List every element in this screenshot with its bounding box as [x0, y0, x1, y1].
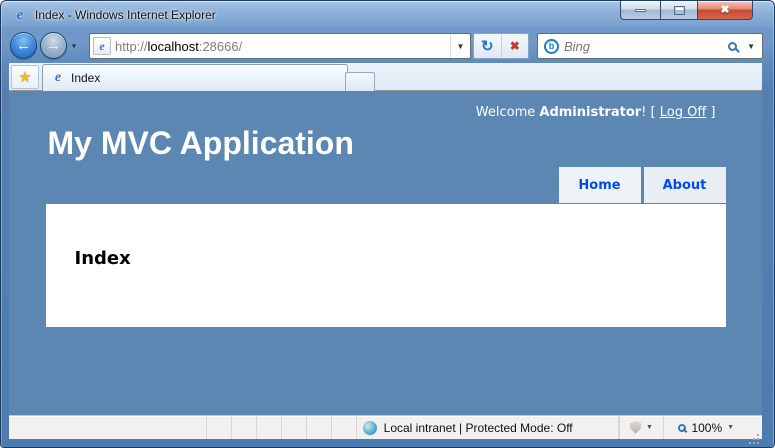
status-segment [332, 416, 357, 439]
page-heading: Index [46, 204, 726, 269]
minimize-button[interactable] [620, 1, 661, 20]
forward-button[interactable]: → [40, 32, 67, 59]
menu-item-home[interactable]: Home [559, 167, 641, 203]
app-title: My MVC Application [48, 125, 726, 162]
forward-arrow-icon: → [46, 38, 61, 53]
refresh-icon: ↻ [481, 37, 494, 55]
browser-tab-index[interactable]: e Index [42, 64, 348, 91]
favorites-star-icon: ★ [18, 70, 31, 85]
search-icon[interactable] [728, 42, 737, 51]
status-segment [232, 416, 257, 439]
page-viewport: Welcome Administrator! [ Log Off ] My MV… [9, 91, 762, 415]
tab-bar: ★ e Index [9, 63, 762, 91]
search-box: b ▼ [537, 33, 763, 59]
address-dropdown[interactable]: ▼ [450, 34, 470, 58]
content-panel: Index [46, 204, 726, 327]
window-title: Index - Windows Internet Explorer [35, 8, 216, 22]
new-tab-button[interactable] [345, 72, 375, 91]
resize-grip[interactable] [748, 425, 762, 439]
status-segment [9, 416, 207, 439]
zoom-icon [678, 424, 686, 432]
refresh-button[interactable]: ↻ [474, 34, 502, 58]
address-url: http://localhost:28666/ [115, 39, 450, 54]
menu-item-about[interactable]: About [644, 167, 726, 203]
zoom-level: 100% [691, 421, 722, 435]
welcome-mid-text: ! [ [641, 105, 660, 120]
browser-window: e Index - Windows Internet Explorer ✖ ← … [0, 0, 775, 448]
recent-pages-dropdown[interactable]: ▼ [70, 42, 78, 51]
status-segment [307, 416, 332, 439]
search-input[interactable] [564, 39, 728, 54]
window-controls: ✖ [621, 1, 753, 20]
search-dropdown[interactable]: ▼ [747, 42, 755, 51]
url-protocol: http:// [115, 39, 148, 54]
favorites-button[interactable]: ★ [11, 65, 39, 89]
back-arrow-icon: ← [16, 38, 31, 53]
url-path: :28666/ [199, 39, 242, 54]
globe-icon [363, 421, 377, 435]
status-segment [282, 416, 307, 439]
status-segment [207, 416, 232, 439]
zoom-dropdown-icon: ▼ [727, 424, 734, 431]
page-icon: e [93, 37, 111, 55]
back-button[interactable]: ← [10, 32, 37, 59]
zoom-control[interactable]: 100% ▼ [664, 416, 748, 439]
welcome-suffix-text: ] [706, 105, 715, 120]
shield-icon [630, 421, 641, 434]
reload-stop-group: ↻ ✖ [473, 33, 529, 59]
protection-dropdown-icon: ▼ [646, 424, 653, 431]
status-bar: Local intranet | Protected Mode: Off ▼ 1… [9, 415, 762, 439]
welcome-text: Welcome [476, 105, 540, 120]
status-segment [257, 416, 282, 439]
tab-favicon-icon: e [50, 70, 66, 86]
close-icon: ✖ [720, 5, 729, 16]
stop-button[interactable]: ✖ [502, 34, 529, 58]
security-zone[interactable]: Local intranet | Protected Mode: Off [357, 416, 619, 439]
login-status: Welcome Administrator! [ Log Off ] [46, 91, 726, 120]
navigation-bar: ← → ▼ e http://localhost:28666/ ▼ ↻ ✖ b … [1, 29, 774, 63]
bing-icon: b [544, 39, 559, 54]
protection-button[interactable]: ▼ [620, 416, 665, 439]
ie-favicon-icon: e [12, 7, 28, 23]
zone-label: Local intranet | Protected Mode: Off [384, 421, 573, 435]
stop-icon: ✖ [510, 39, 520, 53]
url-domain: localhost [148, 39, 199, 54]
minimize-icon [635, 9, 646, 12]
close-button[interactable]: ✖ [697, 1, 753, 20]
address-bar[interactable]: e http://localhost:28666/ ▼ [89, 33, 471, 59]
tab-label: Index [71, 71, 100, 85]
site-menu: Home About [46, 167, 726, 203]
username: Administrator [539, 105, 641, 120]
log-off-link[interactable]: Log Off [660, 105, 707, 120]
maximize-icon [674, 6, 685, 15]
page-container: Welcome Administrator! [ Log Off ] My MV… [46, 91, 726, 327]
title-bar[interactable]: e Index - Windows Internet Explorer ✖ [1, 1, 774, 29]
maximize-button[interactable] [660, 1, 698, 20]
